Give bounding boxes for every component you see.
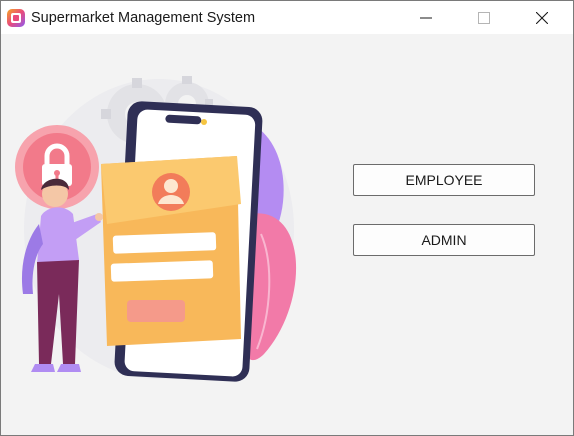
maximize-button[interactable] <box>461 1 507 34</box>
login-illustration <box>15 76 297 382</box>
app-window: Supermarket Management System EMPLOYEE A… <box>0 0 574 436</box>
title-bar[interactable]: Supermarket Management System <box>1 1 573 34</box>
minimize-icon <box>420 17 432 18</box>
maximize-icon <box>478 11 490 24</box>
main-area: EMPLOYEE ADMIN <box>1 34 573 435</box>
employee-button[interactable]: EMPLOYEE <box>353 164 535 196</box>
minimize-button[interactable] <box>403 1 449 34</box>
admin-button[interactable]: ADMIN <box>353 224 535 256</box>
window-title: Supermarket Management System <box>31 10 256 26</box>
app-logo-icon <box>7 9 25 27</box>
close-button[interactable] <box>519 1 565 34</box>
close-icon <box>536 11 548 24</box>
